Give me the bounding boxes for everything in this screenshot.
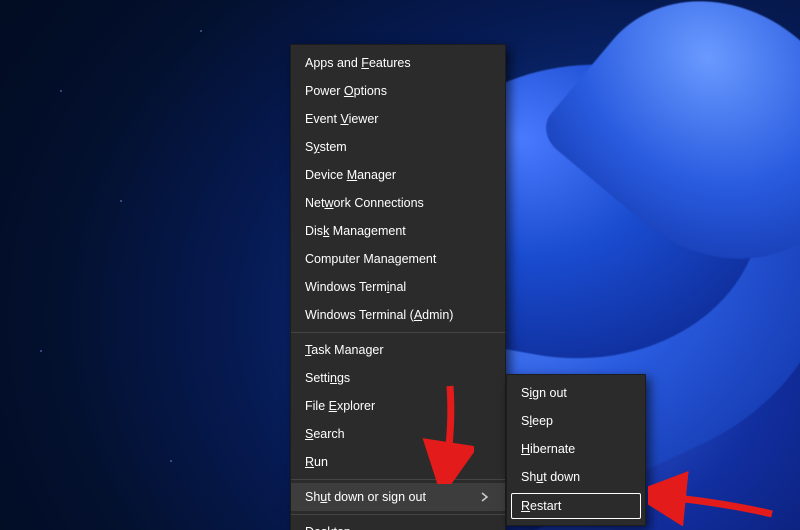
menu-item-disk-management[interactable]: Disk Management <box>291 217 505 245</box>
menu-item-label: Network Connections <box>305 196 491 210</box>
menu-item-network-connections[interactable]: Network Connections <box>291 189 505 217</box>
shutdown-submenu: Sign out Sleep Hibernate Shut down Restart <box>506 374 646 526</box>
submenu-item-restart[interactable]: Restart <box>511 493 641 519</box>
menu-item-label: Run <box>305 455 491 469</box>
menu-item-label: Windows Terminal (Admin) <box>305 308 491 322</box>
menu-item-device-manager[interactable]: Device Manager <box>291 161 505 189</box>
menu-item-windows-terminal-admin[interactable]: Windows Terminal (Admin) <box>291 301 505 329</box>
menu-separator <box>291 479 505 480</box>
menu-item-apps-and-features[interactable]: Apps and Features <box>291 49 505 77</box>
menu-item-label: Shut down or sign out <box>305 490 481 504</box>
menu-item-label: Windows Terminal <box>305 280 491 294</box>
menu-item-shut-down-or-sign-out[interactable]: Shut down or sign out <box>291 483 505 511</box>
menu-item-label: Event Viewer <box>305 112 491 126</box>
submenu-item-label: Restart <box>521 499 631 513</box>
menu-item-label: System <box>305 140 491 154</box>
menu-item-computer-management[interactable]: Computer Management <box>291 245 505 273</box>
menu-item-search[interactable]: Search <box>291 420 505 448</box>
menu-item-file-explorer[interactable]: File Explorer <box>291 392 505 420</box>
menu-item-label: Device Manager <box>305 168 491 182</box>
menu-item-label: Settings <box>305 371 491 385</box>
submenu-item-label: Sleep <box>521 414 631 428</box>
submenu-item-shut-down[interactable]: Shut down <box>507 463 645 491</box>
menu-item-system[interactable]: System <box>291 133 505 161</box>
menu-item-label: Computer Management <box>305 252 491 266</box>
menu-item-label: Disk Management <box>305 224 491 238</box>
menu-item-event-viewer[interactable]: Event Viewer <box>291 105 505 133</box>
menu-item-power-options[interactable]: Power Options <box>291 77 505 105</box>
menu-item-label: Power Options <box>305 84 491 98</box>
menu-item-label: Search <box>305 427 491 441</box>
menu-item-settings[interactable]: Settings <box>291 364 505 392</box>
submenu-item-sleep[interactable]: Sleep <box>507 407 645 435</box>
submenu-item-sign-out[interactable]: Sign out <box>507 379 645 407</box>
menu-item-run[interactable]: Run <box>291 448 505 476</box>
menu-separator <box>291 332 505 333</box>
menu-item-windows-terminal[interactable]: Windows Terminal <box>291 273 505 301</box>
menu-item-task-manager[interactable]: Task Manager <box>291 336 505 364</box>
submenu-item-hibernate[interactable]: Hibernate <box>507 435 645 463</box>
submenu-item-label: Hibernate <box>521 442 631 456</box>
menu-separator <box>291 514 505 515</box>
chevron-right-icon <box>481 492 491 502</box>
menu-item-label: Desktop <box>305 525 491 530</box>
menu-item-label: Apps and Features <box>305 56 491 70</box>
winx-context-menu: Apps and Features Power Options Event View… <box>290 44 506 530</box>
submenu-item-label: Shut down <box>521 470 631 484</box>
submenu-item-label: Sign out <box>521 386 631 400</box>
menu-item-label: File Explorer <box>305 399 491 413</box>
menu-item-desktop[interactable]: Desktop <box>291 518 505 530</box>
menu-item-label: Task Manager <box>305 343 491 357</box>
